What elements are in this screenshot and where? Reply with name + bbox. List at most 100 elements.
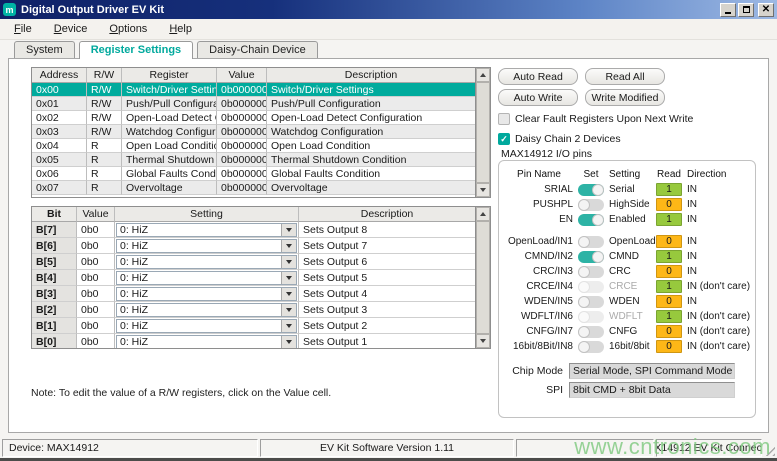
dropdown-arrow-icon[interactable] <box>281 304 296 316</box>
column-header-bit: Bit <box>32 207 77 222</box>
scrollbar-thumb[interactable] <box>476 82 490 183</box>
setting-dropdown[interactable]: 0: HiZ <box>116 255 297 269</box>
register-value-cell[interactable]: 0b00000000 <box>217 167 267 181</box>
checkbox-unchecked-icon[interactable] <box>498 113 510 125</box>
dropdown-arrow-icon[interactable] <box>281 320 296 332</box>
toggle-knob <box>592 184 604 196</box>
setting-dropdown-value: 0: HiZ <box>117 336 281 348</box>
toggle-knob <box>578 199 590 211</box>
toggle-cnfg-in7[interactable] <box>578 326 604 338</box>
register-value-cell[interactable]: 0b00000000 <box>217 139 267 153</box>
dropdown-arrow-icon[interactable] <box>281 256 296 268</box>
read-value-badge: 0 <box>656 325 682 338</box>
toggle-openload-in1[interactable] <box>578 236 604 248</box>
register-row[interactable]: 0x07ROvervoltage0b00000000Overvoltage <box>32 181 475 195</box>
register-value-cell[interactable]: 0b00000000 <box>217 97 267 111</box>
register-row[interactable]: 0x03R/WWatchdog Configuration0b00000000W… <box>32 125 475 139</box>
dropdown-arrow-icon[interactable] <box>281 224 296 236</box>
bit-row[interactable]: B[3]0b00: HiZSets Output 4 <box>32 286 475 302</box>
maximize-button[interactable] <box>738 3 754 17</box>
bit-row[interactable]: B[0]0b00: HiZSets Output 1 <box>32 334 475 348</box>
write-modified-button[interactable]: Write Modified <box>585 89 665 106</box>
menu-item-device[interactable]: Device <box>48 21 94 37</box>
dropdown-arrow-icon[interactable] <box>281 240 296 252</box>
toggle-cmnd-in2[interactable] <box>578 251 604 263</box>
toggle-en[interactable] <box>578 214 604 226</box>
menu-bar: File Device Options Help <box>0 19 777 40</box>
dropdown-arrow-icon[interactable] <box>281 288 296 300</box>
register-row[interactable]: 0x05RThermal Shutdown Con...0b00000000Th… <box>32 153 475 167</box>
register-value-cell[interactable]: 0b00000000 <box>217 83 267 97</box>
setting-dropdown[interactable]: 0: HiZ <box>116 287 297 301</box>
read-value-badge: 0 <box>656 295 682 308</box>
scroll-up-icon[interactable] <box>476 207 490 221</box>
register-row[interactable]: 0x00R/WSwitch/Driver Settings0b00000000S… <box>32 83 475 97</box>
bit-row[interactable]: B[6]0b00: HiZSets Output 7 <box>32 238 475 254</box>
menu-item-options[interactable]: Options <box>103 21 153 37</box>
tab-register-settings[interactable]: Register Settings <box>79 41 193 59</box>
register-description-cell: Switch/Driver Settings <box>267 83 475 97</box>
setting-dropdown[interactable]: 0: HiZ <box>116 271 297 285</box>
close-button[interactable]: ✕ <box>758 3 774 17</box>
setting-dropdown[interactable]: 0: HiZ <box>116 239 297 253</box>
pin-direction-label: IN <box>687 214 751 225</box>
register-row[interactable]: 0x06RGlobal Faults Condition0b00000000Gl… <box>32 167 475 181</box>
register-value-cell[interactable]: 0b00000000 <box>217 181 267 195</box>
bit-value-cell: 0b0 <box>77 222 115 238</box>
minimize-button[interactable] <box>720 3 736 17</box>
register-value-cell[interactable]: 0b00000000 <box>217 111 267 125</box>
pin-name-label: CRCE/IN4 <box>505 281 573 292</box>
dropdown-arrow-icon[interactable] <box>281 272 296 284</box>
register-description-cell: Thermal Shutdown Condition <box>267 153 475 167</box>
checkbox-row-clear-fault-registers-upon-next-write[interactable]: Clear Fault Registers Upon Next Write <box>498 111 693 127</box>
setting-dropdown[interactable]: 0: HiZ <box>116 335 297 349</box>
auto-write-button[interactable]: Auto Write <box>498 89 578 106</box>
read-value-badge: 1 <box>656 213 682 226</box>
setting-dropdown[interactable]: 0: HiZ <box>116 319 297 333</box>
tab-system[interactable]: System <box>14 41 75 58</box>
bit-row[interactable]: B[5]0b00: HiZSets Output 6 <box>32 254 475 270</box>
register-row[interactable]: 0x02R/WOpen-Load Detect Confi...0b000000… <box>32 111 475 125</box>
auto-read-button[interactable]: Auto Read <box>498 68 578 85</box>
menu-item-help[interactable]: Help <box>163 21 198 37</box>
toggle-16bit-8bit-in8[interactable] <box>578 341 604 353</box>
toggle-srial[interactable] <box>578 184 604 196</box>
bit-description-cell: Sets Output 7 <box>299 238 475 254</box>
toggle-wden-in5[interactable] <box>578 296 604 308</box>
setting-dropdown-value: 0: HiZ <box>117 224 281 236</box>
setting-dropdown[interactable]: 0: HiZ <box>116 303 297 317</box>
bit-row[interactable]: B[1]0b00: HiZSets Output 2 <box>32 318 475 334</box>
toggle-knob <box>578 236 590 248</box>
pin-setting-label: CNFG <box>609 326 651 337</box>
status-empty <box>516 439 654 457</box>
scroll-down-icon[interactable] <box>476 334 490 348</box>
register-description-cell: Global Faults Condition <box>267 167 475 181</box>
register-value-cell[interactable]: 0b00000000 <box>217 125 267 139</box>
scroll-up-icon[interactable] <box>476 68 490 82</box>
dropdown-arrow-icon[interactable] <box>281 336 296 348</box>
register-rw-cell: R <box>87 139 122 153</box>
setting-dropdown[interactable]: 0: HiZ <box>116 223 297 237</box>
tab-daisy-chain-device[interactable]: Daisy-Chain Device <box>197 41 318 58</box>
register-row[interactable]: 0x01R/WPush/Pull Configuration0b00000000… <box>32 97 475 111</box>
scroll-down-icon[interactable] <box>476 183 490 197</box>
register-row[interactable]: 0x04ROpen Load Condition0b00000000Open L… <box>32 139 475 153</box>
bits-scrollbar[interactable] <box>475 207 490 348</box>
toggle-pushpl[interactable] <box>578 199 604 211</box>
bit-row[interactable]: B[2]0b00: HiZSets Output 3 <box>32 302 475 318</box>
bit-row[interactable]: B[7]0b00: HiZSets Output 8 <box>32 222 475 238</box>
read-value-badge: 1 <box>656 310 682 323</box>
scrollbar-thumb[interactable] <box>476 221 490 334</box>
registers-scrollbar[interactable] <box>475 68 490 197</box>
bit-row[interactable]: B[4]0b00: HiZSets Output 5 <box>32 270 475 286</box>
checkbox-row-daisy-chain-2-devices[interactable]: Daisy Chain 2 Devices <box>498 131 693 147</box>
menu-item-file[interactable]: File <box>8 21 38 37</box>
pin-direction-label: IN <box>687 266 751 277</box>
toggle-crc-in3[interactable] <box>578 266 604 278</box>
register-value-cell[interactable]: 0b00000000 <box>217 153 267 167</box>
checkbox-checked-icon[interactable] <box>498 133 510 145</box>
bit-description-cell: Sets Output 4 <box>299 286 475 302</box>
bit-setting-cell: 0: HiZ <box>115 302 299 318</box>
read-all-button[interactable]: Read All <box>585 68 665 85</box>
status-version: EV Kit Software Version 1.11 <box>260 439 514 457</box>
